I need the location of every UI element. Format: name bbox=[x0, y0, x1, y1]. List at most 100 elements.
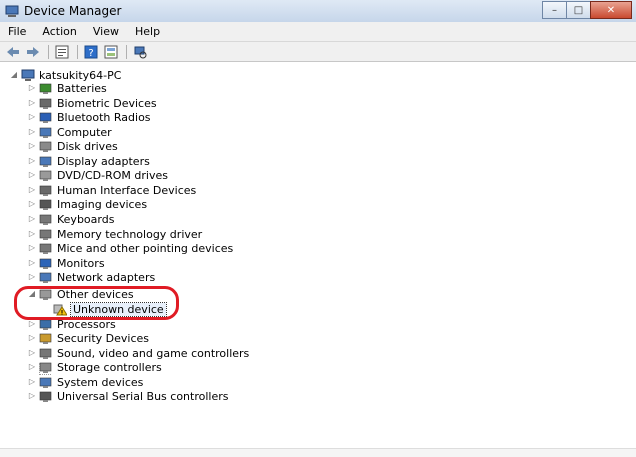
tree-item-memory-technology-driver[interactable]: ▷ Memory technology driver bbox=[28, 227, 202, 241]
expand-arrow-icon[interactable]: ▷ bbox=[28, 259, 36, 267]
tree-item-label: Display adapters bbox=[57, 154, 150, 168]
back-icon[interactable] bbox=[4, 44, 22, 60]
tree-item-system-devices[interactable]: ▷ System devices bbox=[28, 375, 143, 389]
expand-arrow-icon[interactable]: ▷ bbox=[28, 320, 36, 328]
tree-item-label: Sound, video and game controllers bbox=[57, 346, 250, 360]
tree-item-security-devices[interactable]: ▷ Security Devices bbox=[28, 331, 149, 345]
tree-item-biometric-devices[interactable]: ▷ Biometric Devices bbox=[28, 96, 157, 110]
camera-icon bbox=[39, 198, 53, 211]
expand-arrow-icon[interactable]: ▷ bbox=[28, 84, 36, 92]
display-adapter-icon bbox=[39, 155, 53, 168]
tree-item-label: Batteries bbox=[57, 81, 107, 95]
memory-icon bbox=[39, 228, 53, 241]
tree-item-label: Security Devices bbox=[57, 331, 150, 345]
tree-item-display-adapters[interactable]: ▷ Display adapters bbox=[28, 154, 150, 168]
expand-arrow-icon[interactable]: ▷ bbox=[28, 244, 36, 252]
window-title: Device Manager bbox=[24, 4, 122, 18]
menu-view[interactable]: View bbox=[85, 25, 127, 38]
tree-item-label: Monitors bbox=[57, 256, 105, 270]
menu-help[interactable]: Help bbox=[127, 25, 168, 38]
tree-item-label: Human Interface Devices bbox=[57, 183, 197, 197]
tree-item-network-adapters[interactable]: ▷ Network adapters bbox=[28, 270, 155, 284]
expand-arrow-icon[interactable]: ▷ bbox=[28, 99, 36, 107]
tree-item-universal-serial-bus-controllers[interactable]: ▷ Universal Serial Bus controllers bbox=[28, 389, 229, 403]
minimize-button[interactable]: – bbox=[542, 1, 567, 19]
tree-item-label: System devices bbox=[57, 375, 144, 389]
network-icon bbox=[39, 271, 53, 284]
tree-item-label: Disk drives bbox=[57, 139, 118, 153]
menu-file[interactable]: File bbox=[0, 25, 34, 38]
tree-item-disk-drives[interactable]: ▷ Disk drives bbox=[28, 139, 118, 153]
tree-root[interactable]: ◢ katsukity64-PC bbox=[10, 68, 122, 82]
expand-arrow-icon[interactable]: ▷ bbox=[28, 128, 36, 136]
tree-item-storage-controllers[interactable]: ▷ Storage controllers bbox=[28, 360, 162, 374]
close-button[interactable]: ✕ bbox=[590, 1, 632, 19]
tree-item-label: Network adapters bbox=[57, 270, 156, 284]
tree-item-computer[interactable]: ▷ Computer bbox=[28, 125, 112, 139]
tree-item-bluetooth-radios[interactable]: ▷ Bluetooth Radios bbox=[28, 110, 151, 124]
tree-item-dvd-cd-rom-drives[interactable]: ▷ DVD/CD-ROM drives bbox=[28, 168, 168, 182]
expand-arrow-icon[interactable]: ▷ bbox=[28, 171, 36, 179]
toolbar-separator bbox=[77, 44, 78, 59]
menu-action[interactable]: Action bbox=[34, 25, 84, 38]
status-bar bbox=[0, 448, 636, 457]
tree-item-human-interface-devices[interactable]: ▷ Human Interface Devices bbox=[28, 183, 196, 197]
expand-arrow-icon[interactable]: ▷ bbox=[28, 200, 36, 208]
system-icon bbox=[39, 376, 53, 389]
expand-arrow-icon[interactable]: ▷ bbox=[28, 230, 36, 238]
tree-item-batteries[interactable]: ▷ Batteries bbox=[28, 81, 107, 95]
toolbar-separator bbox=[126, 44, 127, 59]
tree-item-label: Keyboards bbox=[57, 212, 115, 226]
expand-arrow-icon[interactable]: ▷ bbox=[28, 363, 36, 371]
scan-hardware-icon[interactable] bbox=[131, 44, 149, 60]
annotation-highlight-ring bbox=[14, 286, 179, 320]
title-bar[interactable]: Device Manager – □ ✕ bbox=[0, 0, 636, 23]
expand-arrow-icon[interactable]: ▷ bbox=[28, 349, 36, 357]
tree-item-label: Imaging devices bbox=[57, 197, 148, 211]
tree-item-imaging-devices[interactable]: ▷ Imaging devices bbox=[28, 197, 147, 211]
tree-root-label: katsukity64-PC bbox=[39, 68, 122, 82]
tree-item-label: Memory technology driver bbox=[57, 227, 203, 241]
security-icon bbox=[39, 332, 53, 345]
expand-arrow-icon[interactable]: ▷ bbox=[28, 215, 36, 223]
expand-arrow-icon[interactable]: ▷ bbox=[28, 113, 36, 121]
bluetooth-icon bbox=[39, 111, 53, 124]
collapse-arrow-icon[interactable]: ◢ bbox=[10, 71, 18, 79]
tree-item-mice-and-other-pointing-devices[interactable]: ▷ Mice and other pointing devices bbox=[28, 241, 233, 255]
svg-text:?: ? bbox=[88, 48, 93, 59]
expand-arrow-icon[interactable]: ▷ bbox=[28, 334, 36, 342]
hid-icon bbox=[39, 184, 53, 197]
keyboard-icon bbox=[39, 213, 53, 226]
tree-item-sound-video-and-game-controllers[interactable]: ▷ Sound, video and game controllers bbox=[28, 346, 249, 360]
tree-item-label: DVD/CD-ROM drives bbox=[57, 168, 168, 182]
maximize-button[interactable]: □ bbox=[566, 1, 591, 19]
tree-item-label: Computer bbox=[57, 125, 112, 139]
properties-icon[interactable] bbox=[53, 44, 71, 60]
forward-icon[interactable] bbox=[24, 44, 42, 60]
monitor-icon bbox=[39, 257, 53, 270]
tree-item-keyboards[interactable]: ▷ Keyboards bbox=[28, 212, 115, 226]
expand-arrow-icon[interactable]: ▷ bbox=[28, 378, 36, 386]
expand-arrow-icon[interactable]: ▷ bbox=[28, 273, 36, 281]
tree-item-label: Universal Serial Bus controllers bbox=[57, 389, 229, 403]
toolbar-separator bbox=[48, 44, 49, 59]
dvd-drive-icon bbox=[39, 169, 53, 182]
tree-item-monitors[interactable]: ▷ Monitors bbox=[28, 256, 105, 270]
sound-icon bbox=[39, 347, 53, 360]
biometric-icon bbox=[39, 97, 53, 110]
expand-arrow-icon[interactable]: ▷ bbox=[28, 142, 36, 150]
disk-drive-icon bbox=[39, 140, 53, 153]
computer-icon bbox=[21, 69, 35, 82]
toolbar: ? bbox=[0, 42, 636, 62]
expand-arrow-icon[interactable]: ▷ bbox=[28, 157, 36, 165]
expand-arrow-icon[interactable]: ▷ bbox=[28, 186, 36, 194]
device-tree[interactable]: ◢ katsukity64-PC ▷ Batteries ▷ Biometric De… bbox=[0, 63, 636, 457]
menu-bar: File Action View Help bbox=[0, 22, 636, 42]
update-driver-icon[interactable] bbox=[102, 44, 120, 60]
device-manager-app-icon bbox=[5, 4, 19, 18]
help-icon[interactable]: ? bbox=[82, 44, 100, 60]
tree-item-label: Mice and other pointing devices bbox=[57, 241, 234, 255]
device-manager-window: Device Manager – □ ✕ File Action View He… bbox=[0, 0, 636, 457]
computer-icon bbox=[39, 126, 53, 139]
expand-arrow-icon[interactable]: ▷ bbox=[28, 392, 36, 400]
